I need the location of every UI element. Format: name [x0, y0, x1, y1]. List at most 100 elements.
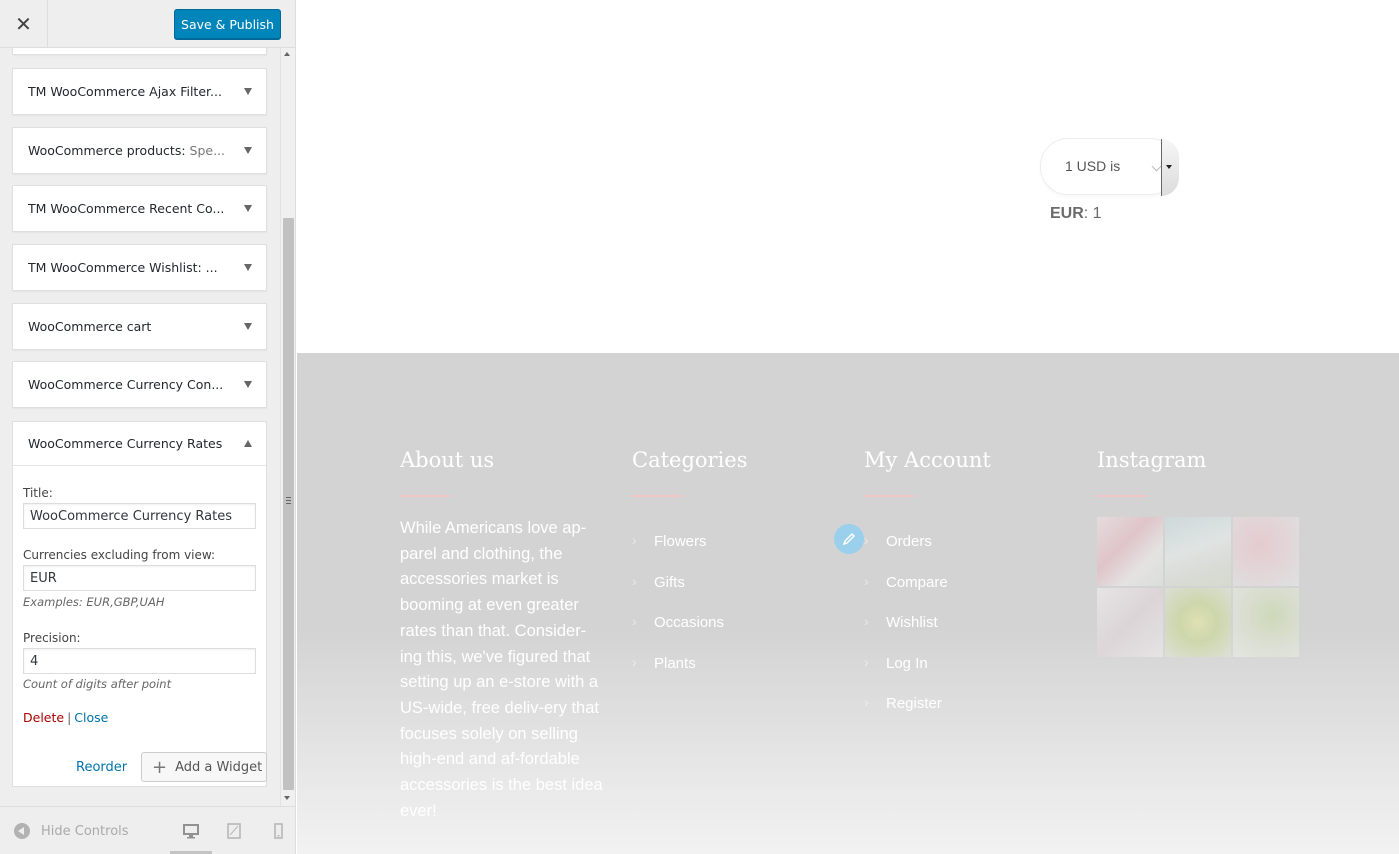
scroll-down-arrow-icon[interactable] [284, 796, 290, 800]
grip-icon [286, 497, 291, 504]
sidebar-scrollbar[interactable] [280, 48, 295, 806]
expand-arrow-icon[interactable] [244, 381, 252, 388]
separator: | [67, 710, 72, 725]
collapse-arrow-icon [14, 823, 30, 839]
about-text: While Americans love ap-parel and clothi… [400, 519, 603, 820]
add-widget-button[interactable]: + Add a Widget [141, 752, 267, 782]
precision-label: Precision: [23, 631, 81, 645]
hide-controls-button[interactable]: Hide Controls [14, 823, 129, 839]
currency-select[interactable]: 1 USD is [1040, 138, 1179, 196]
tablet-icon[interactable] [226, 823, 242, 839]
rate-value: : 1 [1083, 205, 1102, 222]
instagram-photo[interactable] [1233, 588, 1299, 657]
edit-shortcut-button[interactable] [834, 524, 864, 554]
close-icon: ✕ [15, 11, 32, 36]
customizer-footer: Hide Controls [0, 806, 295, 854]
widget-item-partial[interactable] [12, 48, 267, 55]
dropdown-arrow-icon[interactable] [1161, 139, 1179, 196]
expand-arrow-icon[interactable] [244, 147, 252, 154]
menu-item-register[interactable]: Register [864, 694, 948, 736]
exclude-currencies-input[interactable] [23, 565, 256, 591]
customizer-sidebar: ✕ Save & Publish TM WooCommerce Ajax Fil… [0, 0, 296, 854]
widget-item-currency-converter[interactable]: WooCommerce Currency Con... [12, 361, 267, 408]
categories-menu: Flowers Gifts Occasions Plants [632, 532, 724, 696]
precision-input[interactable] [23, 648, 256, 674]
scroll-up-arrow-icon[interactable] [284, 52, 290, 56]
widget-item-wishlist[interactable]: TM WooCommerce Wishlist: ... [12, 244, 267, 291]
title-label: Title: [23, 486, 53, 500]
precision-description: Count of digits after point [23, 677, 172, 691]
instagram-photo[interactable] [1233, 517, 1299, 586]
menu-item-login[interactable]: Log In [864, 654, 948, 696]
footer-heading-instagram: Instagram [1097, 448, 1207, 472]
heading-underline [400, 495, 450, 497]
desktop-icon[interactable] [183, 823, 199, 839]
expand-arrow-icon[interactable] [244, 88, 252, 95]
widget-title: TM WooCommerce Recent Co... [28, 201, 225, 216]
widget-title: WooCommerce cart [28, 319, 152, 334]
heading-underline [864, 495, 914, 497]
rate-currency: EUR [1050, 205, 1084, 222]
widget-title: WooCommerce Currency Rates [28, 436, 223, 451]
footer-heading-categories: Categories [632, 448, 748, 472]
close-customizer-button[interactable]: ✕ [0, 0, 48, 47]
currency-rates-widget: 1 USD is [1040, 138, 1179, 196]
footer-heading-account: My Account [864, 448, 991, 472]
expand-arrow-icon[interactable] [244, 205, 252, 212]
widget-item-ajax-filter[interactable]: TM WooCommerce Ajax Filter... [12, 68, 267, 115]
hide-controls-label: Hide Controls [41, 823, 129, 839]
delete-link[interactable]: Delete [23, 710, 64, 725]
customizer-header: ✕ Save & Publish [0, 0, 295, 48]
expand-arrow-icon[interactable] [244, 323, 252, 330]
heading-underline [632, 495, 682, 497]
instagram-photo[interactable] [1165, 517, 1231, 586]
instagram-grid [1097, 517, 1299, 657]
instagram-photo[interactable] [1097, 588, 1163, 657]
collapse-arrow-icon[interactable] [244, 440, 252, 447]
instagram-photo[interactable] [1165, 588, 1231, 657]
footer-account: My Account Orders Compare Wishlist Log I… [864, 448, 991, 712]
exclude-currencies-description: Examples: EUR,GBP,UAH [23, 595, 165, 609]
reorder-link[interactable]: Reorder [76, 760, 127, 775]
menu-item-flowers[interactable]: Flowers [632, 532, 724, 574]
save-publish-button[interactable]: Save & Publish [174, 9, 281, 39]
expand-arrow-icon[interactable] [244, 264, 252, 271]
menu-item-orders[interactable]: Orders [864, 532, 948, 574]
widget-actions: Delete | Close [23, 710, 108, 725]
site-footer: About us While Americans love ap-parel a… [297, 353, 1399, 854]
widget-item-cart[interactable]: WooCommerce cart [12, 303, 267, 350]
account-menu: Orders Compare Wishlist Log In Register [864, 532, 948, 736]
widget-form: Title: Currencies excluding from view: E… [13, 466, 266, 786]
menu-item-wishlist[interactable]: Wishlist [864, 613, 948, 655]
close-link[interactable]: Close [74, 710, 108, 725]
footer-categories: Categories Flowers Gifts Occasions Plant… [632, 448, 748, 672]
footer-instagram: Instagram [1097, 448, 1207, 497]
menu-item-occasions[interactable]: Occasions [632, 613, 724, 655]
widget-item-products[interactable]: WooCommerce products: Spe... [12, 127, 267, 174]
plus-icon: + [152, 756, 168, 778]
rate-line: EUR: 1 [1050, 205, 1102, 223]
site-preview: 1 USD is EUR: 1 About us While Americans… [297, 0, 1399, 854]
scroll-thumb[interactable] [283, 218, 294, 790]
widget-header[interactable]: WooCommerce Currency Rates [13, 422, 266, 466]
widget-subtitle: Spe... [189, 143, 226, 158]
mobile-icon[interactable] [270, 823, 286, 839]
footer-heading-about: About us [400, 448, 495, 472]
instagram-photo[interactable] [1097, 517, 1163, 586]
pencil-icon [842, 532, 856, 546]
heading-underline [1097, 495, 1147, 497]
footer-about: About us [400, 448, 495, 497]
widget-title: WooCommerce Currency Con... [28, 377, 224, 392]
widget-title: TM WooCommerce Ajax Filter... [28, 84, 222, 99]
add-widget-label: Add a Widget [175, 759, 263, 775]
exclude-currencies-label: Currencies excluding from view: [23, 548, 216, 562]
title-input[interactable] [23, 503, 256, 529]
widget-area-list: TM WooCommerce Ajax Filter... WooCommerc… [0, 48, 280, 806]
widget-title: TM WooCommerce Wishlist: ... [28, 260, 218, 275]
menu-item-plants[interactable]: Plants [632, 654, 724, 696]
chevron-down-icon [1151, 161, 1162, 172]
menu-item-gifts[interactable]: Gifts [632, 573, 724, 615]
menu-item-compare[interactable]: Compare [864, 573, 948, 615]
widget-title: WooCommerce products: [28, 143, 190, 158]
widget-item-recent-comments[interactable]: TM WooCommerce Recent Co... [12, 185, 267, 232]
